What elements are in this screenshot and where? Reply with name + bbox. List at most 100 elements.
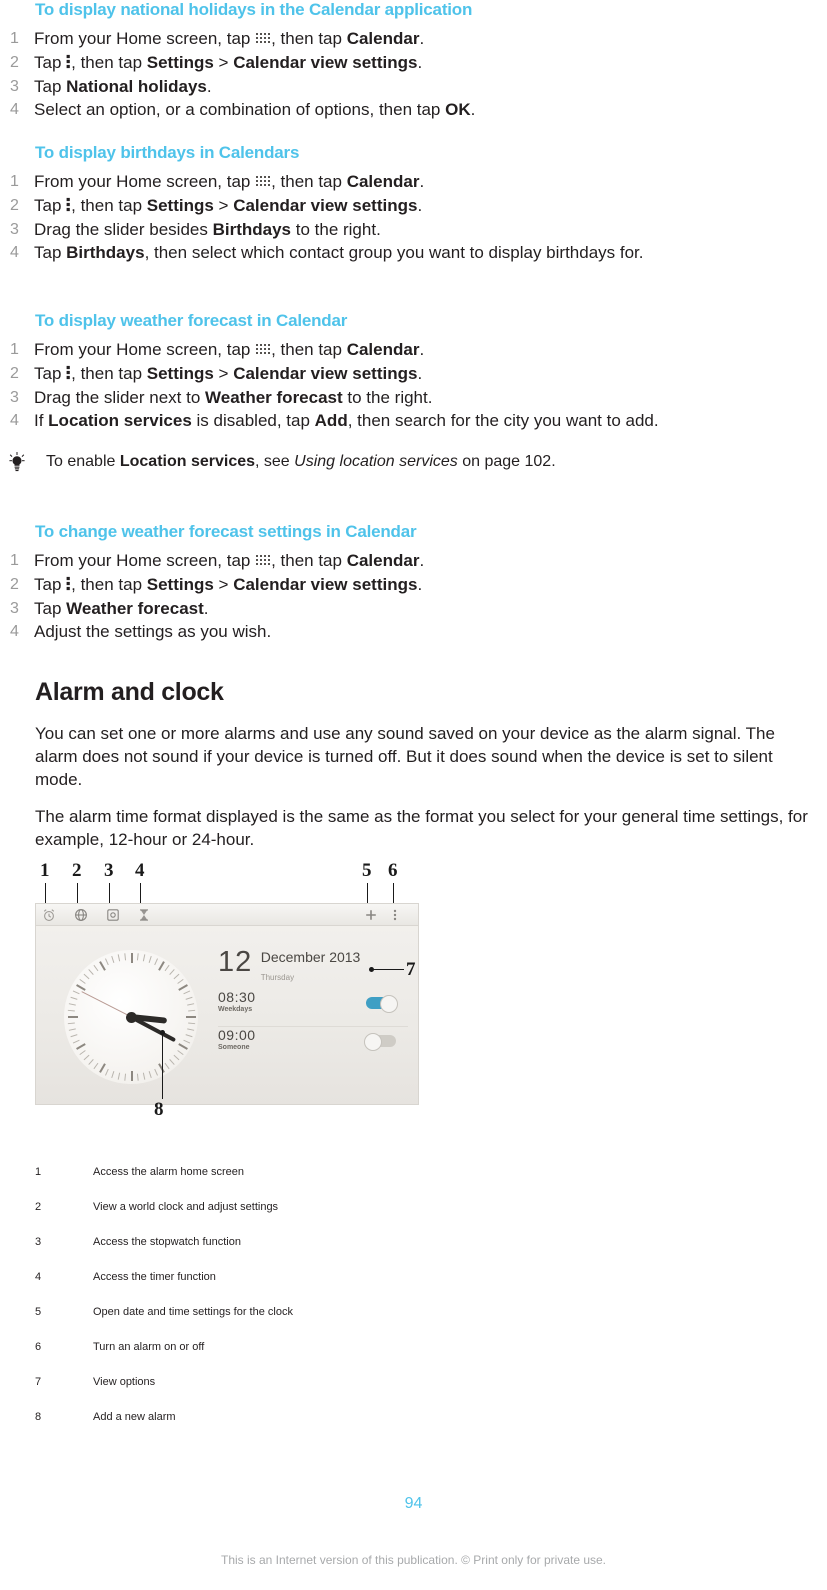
intro-paragraph-2: The alarm time format displayed is the s…	[35, 806, 808, 849]
step-item: 3 Drag the slider besides Birthdays to th…	[0, 219, 827, 242]
clock-tick	[93, 1062, 99, 1070]
alarm-toggle[interactable]	[366, 995, 398, 1013]
clock-tick	[83, 1054, 90, 1061]
step-item: 4 If Location services is disabled, tap A…	[0, 410, 827, 433]
legend-description: Access the stopwatch function	[93, 1236, 241, 1248]
step-number: 1	[10, 30, 19, 48]
steps-list: 1 From your Home screen, tap , then tap C…	[0, 550, 827, 643]
step-text: If Location services is disabled, tap Ad…	[34, 411, 659, 431]
clock-tick	[70, 1034, 78, 1038]
step-text: Tap , then tap Settings > Calendar view …	[34, 53, 423, 72]
step-text: Tap Weather forecast.	[34, 598, 209, 618]
clock-tick	[177, 1050, 184, 1056]
clock-tick	[99, 961, 106, 971]
step-item: 3 Tap Weather forecast.	[0, 598, 827, 621]
alarm-list-item[interactable]: 09:00 Someone	[218, 1027, 408, 1064]
clock-tick	[99, 1063, 106, 1073]
month-year: December 2013	[260, 949, 361, 965]
clock-tick	[79, 1050, 86, 1056]
clock-tick	[68, 1016, 78, 1018]
table-row: 7 View options	[0, 1376, 293, 1411]
clock-tick	[88, 969, 94, 975]
legend-number: 3	[35, 1236, 42, 1248]
step-item: 1 From your Home screen, tap , then tap C…	[0, 28, 827, 51]
add-alarm-icon[interactable]	[364, 908, 378, 922]
alarm-icon[interactable]	[42, 908, 56, 922]
step-item: 1 From your Home screen, tap , then tap C…	[0, 171, 827, 194]
clock-tick	[154, 958, 158, 966]
clock-tick	[136, 1073, 139, 1081]
step-text: Select an option, or a combination of op…	[34, 100, 476, 120]
table-row: 2 View a world clock and adjust settings	[0, 1201, 293, 1236]
clock-tick	[164, 964, 170, 972]
step-text: From your Home screen, tap , then tap Ca…	[34, 551, 425, 571]
clock-tick	[93, 964, 99, 972]
alarm-toggle[interactable]	[364, 1033, 396, 1051]
apps-grid-icon	[255, 343, 271, 356]
clock-tick	[164, 1062, 170, 1070]
timer-icon[interactable]	[137, 908, 151, 922]
legend-number: 7	[35, 1376, 42, 1388]
clock-tick	[105, 958, 109, 966]
step-number: 3	[10, 599, 19, 617]
section-alarm-and-clock: Alarm and clock You can set one or more …	[35, 678, 813, 865]
step-item: 4 Adjust the settings as you wish.	[0, 621, 827, 644]
step-text: Tap , then tap Settings > Calendar view …	[34, 364, 423, 383]
clock-tick	[79, 978, 86, 984]
intro-paragraph-1: You can set one or more alarms and use a…	[35, 723, 775, 789]
clock-tick	[136, 953, 139, 961]
step-item: 1 From your Home screen, tap , then tap C…	[0, 339, 827, 362]
step-number: 3	[10, 77, 19, 95]
overflow-menu-icon[interactable]	[392, 908, 398, 922]
tip-text: To enable Location services, see Using l…	[46, 452, 556, 470]
step-text: Tap Birthdays, then select which contact…	[34, 243, 644, 263]
callout-number-4: 4	[135, 860, 145, 881]
clock-tick	[76, 984, 86, 991]
step-number: 2	[10, 576, 19, 593]
clock-tick	[169, 1059, 175, 1065]
clock-tick	[173, 973, 180, 980]
clock-tick	[72, 1039, 80, 1044]
clock-tick	[117, 954, 121, 962]
section-weather-forecast: To display weather forecast in Calendar …	[0, 311, 827, 472]
clock-tick	[185, 1034, 193, 1038]
clock-tick	[105, 1068, 109, 1076]
steps-list: 1 From your Home screen, tap , then tap C…	[0, 171, 827, 264]
step-item: 4 Tap Birthdays, then select which contac…	[0, 242, 827, 265]
clock-tick	[183, 1039, 191, 1044]
callout-number-5: 5	[362, 860, 372, 881]
callout-number-6: 6	[388, 860, 398, 881]
step-item: 1 From your Home screen, tap , then tap C…	[0, 550, 827, 573]
legend-description: View a world clock and adjust settings	[93, 1201, 279, 1213]
apps-grid-icon	[255, 32, 271, 45]
step-text: Adjust the settings as you wish.	[34, 622, 272, 642]
clock-tick	[188, 1022, 196, 1025]
clock-tick	[148, 1071, 152, 1079]
clock-tick	[142, 1072, 146, 1080]
step-number: 2	[10, 197, 19, 214]
clock-tick	[68, 1028, 76, 1031]
weekday: Thursday	[260, 973, 295, 982]
app-toolbar	[36, 904, 418, 926]
legend-number: 2	[35, 1201, 42, 1213]
callout-number-2: 2	[72, 860, 82, 881]
date-display: 12 December 2013 Thursday	[218, 948, 360, 985]
clock-tick	[169, 969, 175, 975]
legend-description: Turn an alarm on or off	[93, 1341, 205, 1353]
clock-tick	[131, 953, 133, 963]
callout-number-3: 3	[104, 860, 114, 881]
legend-number: 1	[35, 1166, 42, 1178]
alarm-list-item[interactable]: 08:30 Weekdays	[218, 989, 408, 1027]
clock-tick	[187, 1028, 195, 1031]
stopwatch-icon[interactable]	[106, 908, 120, 922]
clock-tick	[188, 1009, 196, 1012]
callout-number-7: 7	[406, 959, 416, 980]
step-item: 4 Select an option, or a combination of o…	[0, 99, 827, 122]
section-heading: To change weather forecast settings in C…	[35, 522, 417, 541]
step-number: 1	[10, 173, 19, 191]
legend-description: Access the timer function	[93, 1271, 216, 1283]
section-heading: To display national holidays in the Cale…	[35, 0, 473, 19]
legend-description: Add a new alarm	[93, 1411, 176, 1423]
world-clock-icon[interactable]	[74, 908, 88, 922]
clock-tick	[67, 1009, 75, 1012]
